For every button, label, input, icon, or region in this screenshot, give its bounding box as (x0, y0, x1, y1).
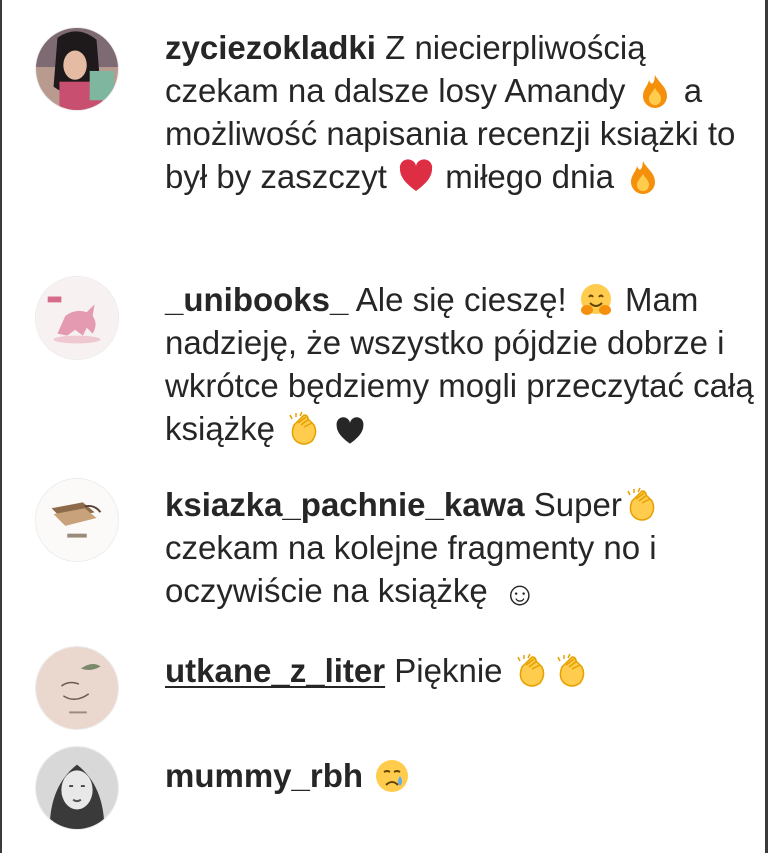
comment-text: zyciezokladki Z niecierpliwością czekam … (165, 26, 755, 198)
hugging-face-icon (578, 282, 614, 318)
comment-username[interactable]: zyciezokladki (165, 29, 376, 66)
clapping-hands-icon (286, 411, 322, 447)
comment-text-part: miłego dnia (445, 158, 615, 195)
comment-username[interactable]: utkane_z_liter (165, 652, 385, 689)
avatar[interactable] (35, 276, 119, 360)
comment-username[interactable]: ksiazka_pachnie_kawa (165, 486, 525, 523)
comment-text-part: czekam na kolejne fragmenty no i oczywiś… (165, 529, 657, 609)
clapping-hands-icon (554, 653, 590, 689)
comment-username[interactable]: mummy_rbh (165, 757, 363, 794)
red-heart-icon (398, 159, 434, 195)
smiling-face-icon: ☺ (502, 575, 537, 612)
clapping-hands-icon (514, 653, 550, 689)
black-heart-icon (335, 417, 365, 447)
left-border (0, 0, 2, 853)
crying-face-icon (374, 758, 410, 794)
comment-text: utkane_z_liter Pięknie (165, 649, 755, 692)
avatar[interactable] (35, 478, 119, 562)
avatar[interactable] (35, 646, 119, 730)
comment-text-part: Super (533, 486, 622, 523)
fire-icon (637, 73, 673, 109)
comment-username[interactable]: _unibooks_ (165, 281, 348, 318)
comment-text: mummy_rbh (165, 754, 755, 797)
comment-text: ksiazka_pachnie_kawa Super czekam na kol… (165, 483, 755, 612)
avatar[interactable] (35, 27, 119, 111)
comment-text-part: Ale się cieszę! (355, 281, 567, 318)
clapping-hands-icon (624, 487, 660, 523)
avatar[interactable] (35, 746, 119, 830)
comment-text: _unibooks_ Ale się cieszę! Mam nadzieję,… (165, 278, 755, 450)
fire-icon (625, 159, 661, 195)
comment-text-part: Pięknie (394, 652, 503, 689)
